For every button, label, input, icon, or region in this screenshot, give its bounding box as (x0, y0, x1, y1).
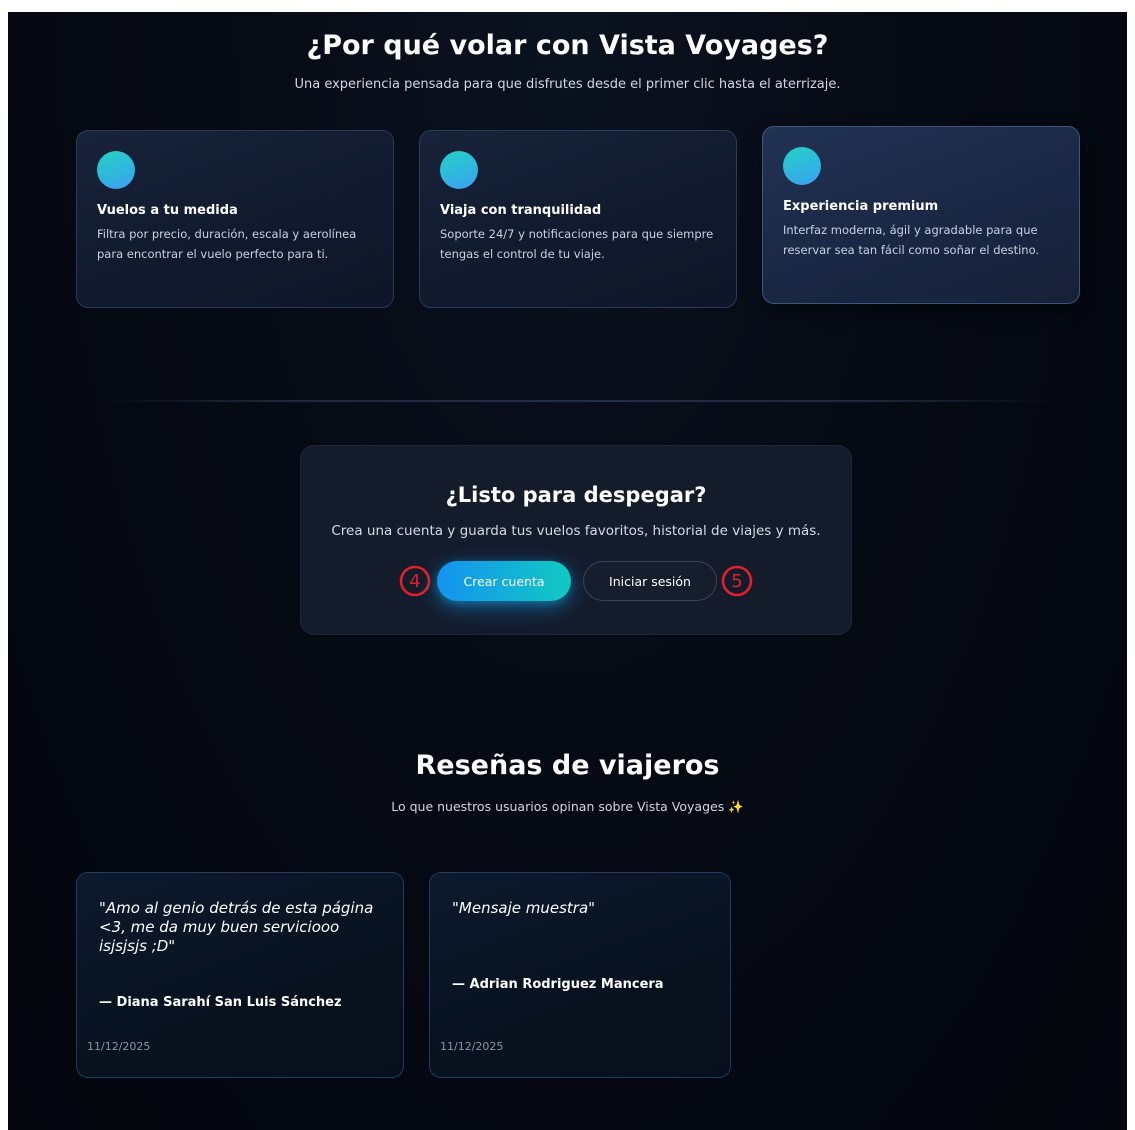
feature-description: Filtra por precio, duración, escala y ae… (97, 227, 357, 261)
feature-title: Experiencia premium (783, 199, 939, 214)
callout-marker-5: 5 (721, 565, 753, 597)
section-title-reviews: Reseñas de viajeros (415, 750, 720, 781)
cta-panel: ¿Listo para despegar? Crea una cuenta y … (300, 445, 852, 635)
feature-card-peace-of-mind: Viaja con tranquilidad Soporte 24/7 y no… (419, 130, 737, 308)
review-quote: "Amo al genio detrás de esta página <3, … (99, 899, 374, 955)
feature-description: Soporte 24/7 y notificaciones para que s… (440, 227, 714, 261)
cta-title: ¿Listo para despegar? (445, 483, 707, 507)
review-card: "Mensaje muestra" — Adrian Rodriguez Man… (429, 872, 731, 1078)
sign-in-button[interactable]: Iniciar sesión (583, 561, 717, 601)
review-date: 11/12/2025 (440, 1040, 504, 1053)
feature-card-premium: Experiencia premium Interfaz moderna, ág… (762, 126, 1080, 304)
callout-marker-4: 4 (399, 565, 431, 597)
review-author: — Adrian Rodriguez Mancera (452, 977, 664, 992)
section-title-why: ¿Por qué volar con Vista Voyages? (306, 30, 829, 61)
svg-text:5: 5 (731, 571, 742, 592)
feature-title: Viaja con tranquilidad (440, 203, 602, 218)
section-divider (98, 400, 1056, 402)
svg-text:4: 4 (409, 571, 420, 592)
review-date: 11/12/2025 (87, 1040, 151, 1053)
feature-title: Vuelos a tu medida (97, 203, 238, 218)
feature-description: Interfaz moderna, ágil y agradable para … (783, 223, 1040, 257)
review-author: — Diana Sarahí San Luis Sánchez (99, 995, 342, 1010)
review-card: "Amo al genio detrás de esta página <3, … (76, 872, 404, 1078)
create-account-button[interactable]: Crear cuenta (437, 561, 571, 601)
section-subtitle-why: Una experiencia pensada para que disfrut… (294, 77, 841, 92)
feature-card-custom-flights: Vuelos a tu medida Filtra por precio, du… (76, 130, 394, 308)
section-subtitle-reviews: Lo que nuestros usuarios opinan sobre Vi… (391, 799, 744, 814)
feature-icon (783, 147, 821, 185)
review-quote: "Mensaje muestra" (452, 899, 596, 917)
feature-icon (440, 151, 478, 189)
page: ¿Por qué volar con Vista Voyages? Una ex… (8, 12, 1127, 1130)
cta-subtitle: Crea una cuenta y guarda tus vuelos favo… (331, 523, 821, 539)
feature-icon (97, 151, 135, 189)
